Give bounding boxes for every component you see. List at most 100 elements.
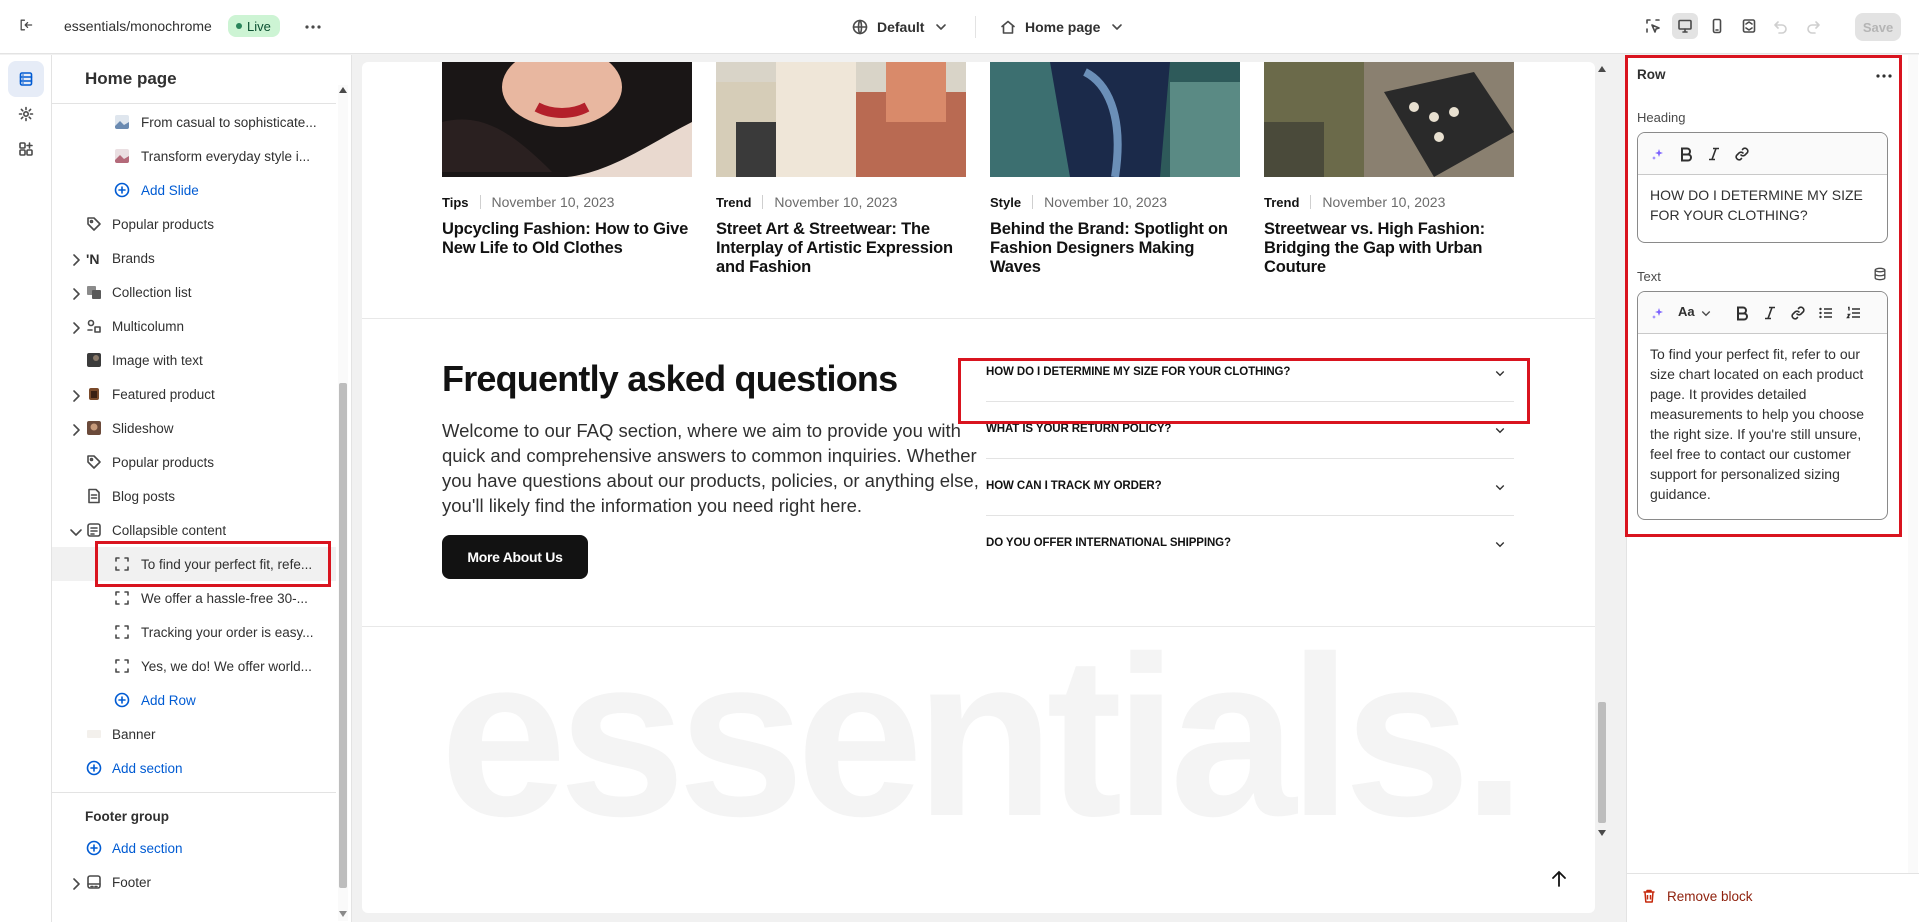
remove-block-button[interactable]: Remove block bbox=[1641, 888, 1753, 904]
storefront-preview[interactable]: Tips November 10, 2023 Upcycling Fashion:… bbox=[362, 62, 1595, 913]
tree-item-label: Featured product bbox=[112, 386, 215, 402]
tree-item-blog-posts[interactable]: Blog posts bbox=[52, 479, 336, 513]
apps-tab[interactable] bbox=[8, 131, 44, 167]
brand-icon: 'N bbox=[86, 250, 102, 266]
tree-item-slide-2[interactable]: Transform everyday style i... bbox=[52, 139, 336, 173]
tree-item-footer[interactable]: Footer bbox=[52, 865, 336, 899]
chevron-down-icon bbox=[1495, 428, 1505, 434]
footer-group-header: Footer group bbox=[52, 799, 336, 833]
tree-item-slideshow[interactable]: Slideshow bbox=[52, 411, 336, 445]
tree-item-slide-1[interactable]: From casual to sophisticate... bbox=[52, 105, 336, 139]
mobile-view-button[interactable] bbox=[1704, 13, 1730, 39]
exit-button[interactable] bbox=[18, 17, 38, 37]
chevron-down-icon bbox=[1495, 542, 1505, 548]
faq-question-text: WHAT IS YOUR RETURN POLICY? bbox=[986, 423, 1172, 435]
chevron-down-icon bbox=[1112, 24, 1123, 30]
select-icon bbox=[1646, 19, 1660, 33]
plus-circle-icon bbox=[114, 182, 130, 198]
remove-block-label: Remove block bbox=[1667, 888, 1753, 904]
theme-selector[interactable]: Default bbox=[852, 14, 949, 40]
footer-add-section-button[interactable]: Add section bbox=[52, 831, 336, 865]
highlight-box bbox=[95, 541, 331, 587]
save-button[interactable]: Save bbox=[1855, 13, 1901, 41]
status-badge: Live bbox=[228, 15, 280, 37]
tree-item-label: Popular products bbox=[112, 216, 215, 232]
redo-button[interactable] bbox=[1800, 13, 1826, 39]
scroll-up-icon[interactable] bbox=[339, 87, 347, 93]
add-slide-label: Add Slide bbox=[141, 182, 199, 198]
undo-button[interactable] bbox=[1768, 13, 1794, 39]
tree-item-label: Transform everyday style i... bbox=[141, 148, 311, 164]
inspector-button[interactable] bbox=[1640, 13, 1666, 39]
highlight-box bbox=[1625, 55, 1902, 537]
add-row-button[interactable]: Add Row bbox=[52, 683, 336, 717]
page-selector[interactable]: Home page bbox=[1000, 14, 1125, 40]
footer-group-title: Footer group bbox=[85, 808, 169, 824]
chevron-down-icon bbox=[936, 24, 947, 30]
multicolumn-icon bbox=[86, 318, 102, 334]
add-slide-button[interactable]: Add Slide bbox=[52, 173, 336, 207]
settings-icon bbox=[18, 106, 34, 122]
blog-card-meta: Trend November 10, 2023 bbox=[1264, 194, 1445, 210]
theme-settings-tab[interactable] bbox=[8, 96, 44, 132]
preview-scrollbar[interactable] bbox=[1597, 62, 1607, 913]
theme-selector-label: Default bbox=[877, 19, 925, 35]
collection-icon bbox=[86, 284, 102, 300]
blog-card-title[interactable]: Street Art & Streetwear: The Interplay o… bbox=[716, 220, 966, 277]
faq-question-text: HOW CAN I TRACK MY ORDER? bbox=[986, 480, 1162, 492]
more-about-us-button[interactable]: More About Us bbox=[442, 535, 588, 579]
tree-item-popular-products[interactable]: Popular products bbox=[52, 207, 336, 241]
sidebar-scrollbar[interactable] bbox=[338, 85, 348, 921]
blog-card-title[interactable]: Behind the Brand: Spotlight on Fashion D… bbox=[990, 220, 1240, 277]
tree-item-row-4[interactable]: Yes, we do! We offer world... bbox=[52, 649, 336, 683]
tree-item-collection-list[interactable]: Collection list bbox=[52, 275, 336, 309]
footer-add-section-label: Add section bbox=[112, 840, 183, 856]
top-bar: essentials/monochrome Live Default Home … bbox=[0, 0, 1919, 54]
blog-icon bbox=[86, 488, 102, 504]
blog-card-title[interactable]: Streetwear vs. High Fashion: Bridging th… bbox=[1264, 220, 1514, 277]
footer-watermark: essentials. bbox=[440, 610, 1526, 864]
sections-tab[interactable] bbox=[8, 61, 44, 97]
tree-item-multicolumn[interactable]: Multicolumn bbox=[52, 309, 336, 343]
tree-item-featured-product[interactable]: Featured product bbox=[52, 377, 336, 411]
more-actions-button[interactable] bbox=[304, 18, 322, 36]
tree-item-label: Blog posts bbox=[112, 488, 176, 504]
fullwidth-view-button[interactable] bbox=[1736, 13, 1762, 39]
tree-item-popular-products-2[interactable]: Popular products bbox=[52, 445, 336, 479]
scrollbar-thumb[interactable] bbox=[1598, 702, 1606, 823]
tree-item-image-with-text[interactable]: Image with text bbox=[52, 343, 336, 377]
blog-tag: Tips bbox=[442, 194, 469, 210]
scroll-up-icon[interactable] bbox=[1598, 66, 1606, 72]
scroll-down-icon[interactable] bbox=[339, 911, 347, 917]
faq-description: Welcome to our FAQ section, where we aim… bbox=[442, 420, 979, 516]
plus-circle-icon bbox=[86, 760, 102, 776]
redo-icon bbox=[1807, 21, 1820, 34]
status-badge-label: Live bbox=[247, 18, 271, 34]
tree-item-label: Banner bbox=[112, 726, 156, 742]
tree-item-banner[interactable]: Banner bbox=[52, 717, 336, 751]
divider bbox=[52, 792, 336, 793]
footer-icon bbox=[86, 874, 102, 890]
blog-tag: Style bbox=[990, 194, 1022, 210]
live-dot bbox=[236, 23, 242, 29]
arrow-up-icon[interactable] bbox=[1550, 870, 1568, 888]
add-section-button[interactable]: Add section bbox=[52, 751, 336, 785]
block-icon bbox=[114, 658, 130, 674]
scrollbar-thumb[interactable] bbox=[339, 383, 347, 888]
desktop-view-button[interactable] bbox=[1672, 13, 1698, 39]
blog-card-image bbox=[990, 62, 1240, 177]
add-row-label: Add Row bbox=[141, 692, 196, 708]
exit-icon bbox=[20, 19, 33, 31]
tree-item-brands[interactable]: 'N Brands bbox=[52, 241, 336, 275]
blog-card-title[interactable]: Upcycling Fashion: How to Give New Life … bbox=[442, 220, 692, 258]
svg-text:'N: 'N bbox=[86, 251, 99, 266]
tag-icon bbox=[86, 454, 102, 470]
faq-question[interactable]: DO YOU OFFER INTERNATIONAL SHIPPING? bbox=[986, 516, 1514, 573]
faq-question[interactable]: HOW CAN I TRACK MY ORDER? bbox=[986, 459, 1514, 516]
scroll-down-icon[interactable] bbox=[1598, 830, 1606, 836]
blog-card-image bbox=[1264, 62, 1514, 177]
view-tools bbox=[1640, 13, 1826, 39]
panel-scrollbar[interactable] bbox=[1908, 55, 1918, 873]
tree-item-row-3[interactable]: Tracking your order is easy... bbox=[52, 615, 336, 649]
blog-tag: Trend bbox=[716, 194, 752, 210]
